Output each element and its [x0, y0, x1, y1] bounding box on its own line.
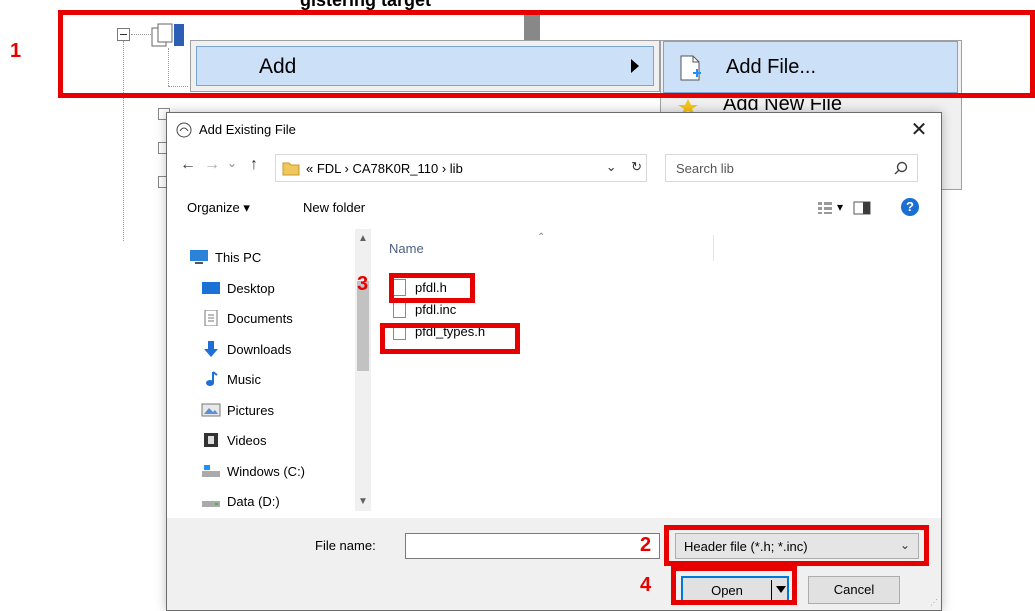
nav-item-label: Music: [227, 372, 261, 387]
highlight-box-step-1: [58, 10, 1035, 98]
step-1-number: 1: [10, 40, 22, 62]
menu-item-add-new-file-label: Add New File: [723, 99, 842, 111]
file-icon: [393, 301, 406, 318]
nav-item-label: Data (D:): [227, 494, 280, 509]
nav-item-label: This PC: [215, 250, 262, 265]
pictures-icon: [201, 403, 221, 417]
highlight-box-step-3b: [380, 323, 520, 354]
forward-arrow-icon[interactable]: →: [201, 156, 223, 174]
desktop-icon: [202, 282, 220, 294]
scroll-up-icon[interactable]: ▲: [358, 233, 368, 244]
highlight-box-step-4: [671, 566, 797, 605]
back-arrow-icon[interactable]: ←: [177, 156, 199, 174]
file-list: ⌃ Name pfdl.h pfdl.inc pfdl_types.h: [377, 229, 937, 511]
menu-item-add-new-file[interactable]: Add New File: [723, 99, 842, 111]
this-pc-icon: [190, 250, 208, 264]
new-folder-button[interactable]: New folder: [303, 200, 365, 215]
column-separator[interactable]: [713, 235, 714, 261]
search-icon[interactable]: [893, 160, 909, 176]
help-icon[interactable]: ?: [901, 198, 919, 216]
downloads-icon: [204, 341, 218, 357]
videos-icon: [204, 433, 218, 447]
cancel-button[interactable]: Cancel: [808, 576, 900, 604]
nav-item-label: Pictures: [227, 403, 274, 418]
sort-caret-icon: ⌃: [537, 232, 546, 243]
view-options-icon[interactable]: [817, 201, 833, 215]
nav-item-label: Documents: [227, 311, 293, 326]
nav-item-label: Desktop: [227, 281, 275, 296]
recent-locations-icon[interactable]: ⌄: [221, 156, 243, 170]
highlight-box-step-2: [664, 525, 929, 566]
step-4-number: 4: [640, 574, 652, 596]
nav-item-label: Videos: [227, 433, 267, 448]
refresh-icon[interactable]: ↻: [631, 159, 642, 174]
dialog-toolbar: Organize ▾ New folder ▾ ?: [167, 187, 941, 227]
up-arrow-icon[interactable]: ↑: [243, 156, 265, 174]
music-icon: [206, 371, 218, 386]
navigation-bar: ← → ⌄ ↑ « FDL › CA78K0R_110 › lib ⌄ ↻ Se…: [167, 147, 941, 187]
navigation-pane: This PC Desktop Documents Downloads Musi…: [179, 229, 375, 511]
dialog-title: Add Existing File: [199, 122, 296, 137]
file-name: pfdl.inc: [415, 302, 457, 317]
nav-item-label: Downloads: [227, 342, 292, 357]
navigation-scrollbar[interactable]: ▲ ▼: [355, 229, 371, 511]
column-header-name[interactable]: Name: [389, 241, 424, 256]
view-dropdown-icon[interactable]: ▾: [837, 200, 843, 214]
folder-icon: [282, 162, 300, 176]
nav-item-label: Windows (C:): [227, 464, 306, 479]
scroll-down-icon[interactable]: ▼: [358, 496, 368, 507]
file-name-label: File name:: [315, 538, 376, 553]
address-path: « FDL › CA78K0R_110 › lib: [306, 161, 463, 176]
address-dropdown-icon[interactable]: ⌄: [606, 159, 617, 174]
highlight-box-step-3: [389, 273, 475, 303]
step-2-number: 2: [640, 534, 652, 556]
file-name-input[interactable]: [405, 533, 660, 559]
address-controls: ⌄ ↻: [606, 159, 642, 175]
drive-d-icon: [202, 501, 220, 507]
documents-icon: [204, 310, 218, 326]
dialog-titlebar[interactable]: Add Existing File ✕: [167, 113, 941, 147]
address-bar[interactable]: « FDL › CA78K0R_110 › lib ⌄ ↻: [275, 154, 647, 182]
search-input[interactable]: Search lib: [676, 161, 734, 176]
step-3-number: 3: [357, 273, 369, 295]
app-icon: [176, 122, 192, 138]
search-box[interactable]: Search lib: [665, 154, 918, 182]
organize-button[interactable]: Organize ▾: [187, 200, 250, 216]
drive-c-icon: [202, 465, 220, 477]
close-icon[interactable]: ✕: [907, 118, 931, 142]
resize-grip-icon[interactable]: ⋰: [930, 598, 938, 607]
preview-pane-icon[interactable]: [853, 201, 871, 215]
